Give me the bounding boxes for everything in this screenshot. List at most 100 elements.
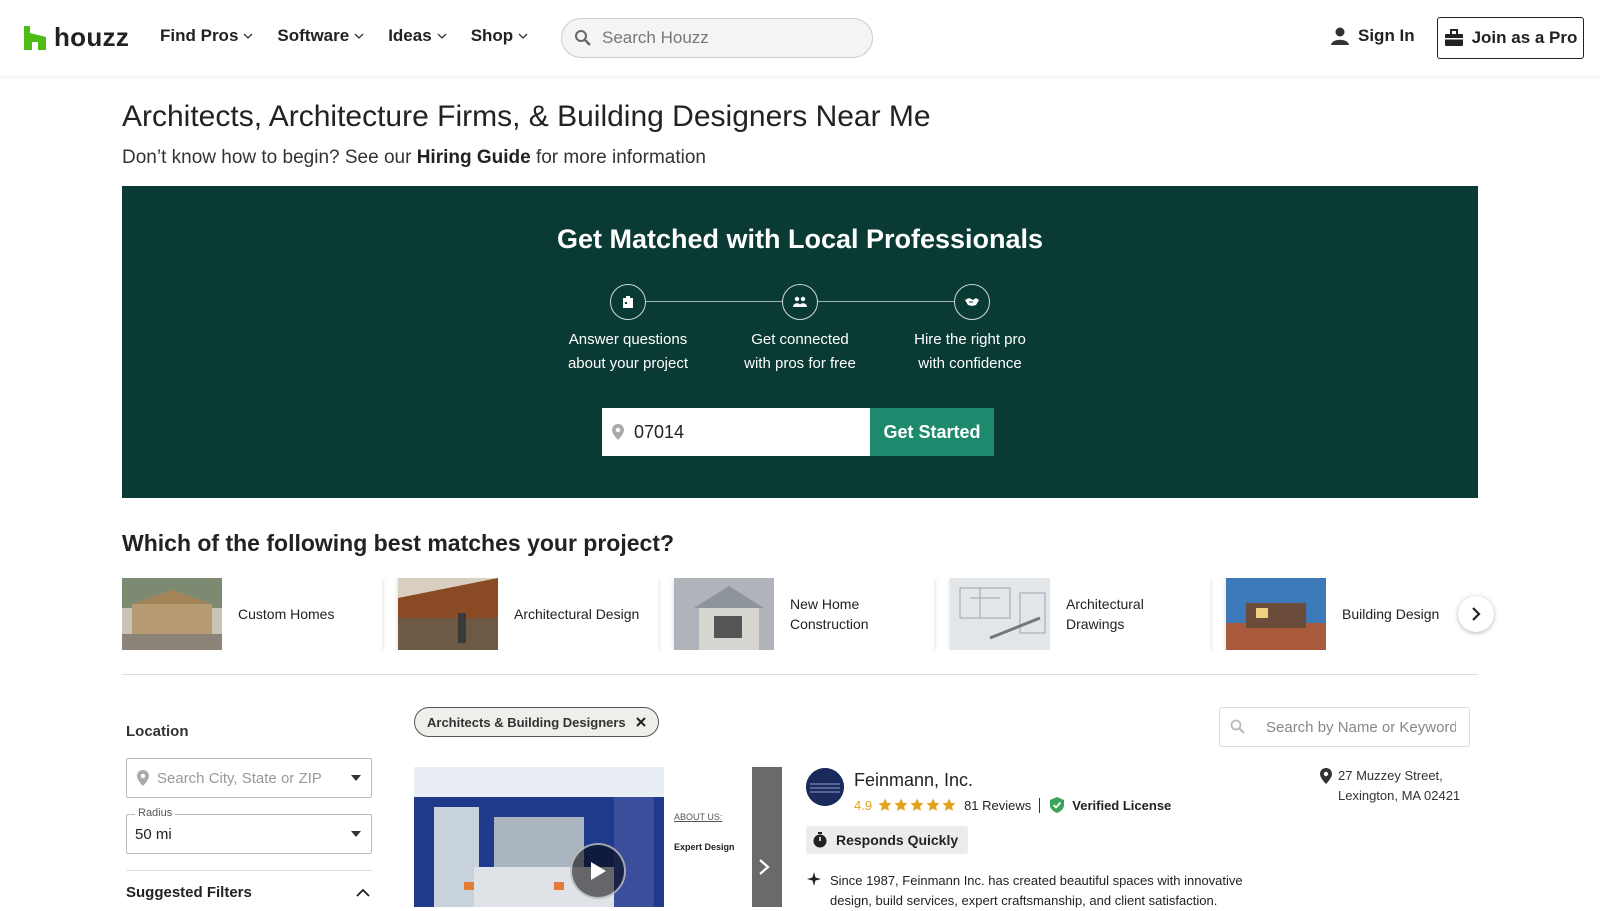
dropdown-caret-icon: [351, 831, 361, 837]
dropdown-caret-icon: [351, 775, 361, 781]
category-card-building-design[interactable]: Building Design: [1226, 578, 1478, 650]
keyword-search-input[interactable]: [1266, 718, 1456, 736]
page-title: Architects, Architecture Firms, & Buildi…: [122, 100, 931, 133]
photo-caption-2: Expert Design: [674, 842, 735, 852]
nav-label: Find Pros: [160, 26, 239, 45]
category-card-architectural-drawings[interactable]: Architectural Drawings: [950, 578, 1210, 650]
chevron-down-icon: [243, 33, 253, 39]
step-3-line1: Hire the right pro: [914, 331, 1026, 348]
logo-text: houzz: [54, 22, 130, 52]
category-label: New Home Construction: [790, 596, 869, 632]
star-icon: [878, 798, 892, 811]
hiring-guide-link[interactable]: Hiring Guide: [417, 147, 531, 168]
sign-in-link[interactable]: Sign In: [1330, 26, 1415, 46]
nav-shop[interactable]: Shop: [471, 26, 529, 46]
stopwatch-icon: [813, 832, 827, 848]
star-icon: [894, 798, 908, 811]
subtitle-text: Don’t know how to begin? See our: [122, 147, 417, 168]
location-filter-field[interactable]: [126, 758, 372, 798]
chip-label: Architects & Building Designers: [427, 714, 626, 730]
reviews-link[interactable]: 81 Reviews: [964, 797, 1041, 813]
pro-description: Since 1987, Feinmann Inc. has created be…: [806, 871, 1276, 911]
location-pin-icon: [1320, 768, 1332, 784]
star-icon: [910, 798, 924, 811]
play-icon: [591, 862, 606, 880]
search-icon: [575, 30, 591, 46]
houzz-logo[interactable]: houzz: [24, 22, 129, 53]
zip-field[interactable]: [602, 408, 870, 456]
category-card-architectural-design[interactable]: Architectural Design: [398, 578, 658, 650]
chevron-down-icon: [354, 33, 364, 39]
radius-select[interactable]: Radius 50 mi: [126, 807, 372, 854]
nav-label: Shop: [470, 26, 514, 45]
active-filter-chip[interactable]: Architects & Building Designers: [414, 707, 659, 737]
star-icon: [926, 798, 940, 811]
category-label: Architectural Design: [514, 606, 640, 622]
close-icon[interactable]: [635, 717, 646, 727]
user-icon: [1331, 27, 1349, 45]
chevron-right-icon[interactable]: [758, 858, 770, 876]
pro-rating-row: 4.9 81 Reviews Verified License: [854, 797, 1171, 813]
photo-caption: ABOUT US:: [674, 812, 723, 822]
carousel-next-button[interactable]: [1458, 596, 1494, 632]
location-filter-label: Location: [126, 723, 189, 740]
zip-input[interactable]: [634, 421, 854, 443]
page-subtitle: Don’t know how to begin? See our Hiring …: [122, 147, 706, 169]
address-text: 27 Muzzey Street, Lexington, MA 02421: [1338, 766, 1460, 806]
custom-homes-image: [122, 578, 222, 650]
category-label: Custom Homes: [238, 606, 335, 622]
nav-ideas[interactable]: Ideas: [388, 26, 447, 46]
star-icon: [942, 798, 956, 811]
keyword-search[interactable]: [1219, 707, 1470, 747]
chevron-down-icon: [437, 33, 447, 39]
category-label: Architectural Drawings: [1066, 596, 1144, 632]
shield-check-icon: [1050, 797, 1065, 813]
join-as-pro-label: Join as a Pro: [1471, 28, 1578, 47]
radius-label: Radius: [135, 807, 176, 819]
step-1-line1: Answer questions: [568, 331, 688, 348]
verified-license: Verified License: [1050, 797, 1171, 813]
top-header: houzz Find Pros Software Ideas Shop Sign…: [0, 0, 1600, 76]
building-design-image: [1226, 578, 1326, 650]
match-title: Get Matched with Local Professionals: [556, 224, 1044, 254]
get-started-button[interactable]: Get Started: [870, 408, 994, 456]
rating-value: 4.9: [854, 797, 873, 813]
suggested-filters-header[interactable]: Suggested Filters: [126, 884, 252, 901]
nav-software[interactable]: Software: [277, 26, 364, 46]
category-card-custom-homes[interactable]: Custom Homes: [122, 578, 382, 650]
location-filter-input[interactable]: [157, 769, 347, 787]
description-text: Since 1987, Feinmann Inc. has created be…: [830, 873, 1243, 908]
play-video-button[interactable]: [570, 843, 626, 899]
step-1-line2: about your project: [567, 355, 689, 372]
pro-avatar[interactable]: [806, 768, 844, 806]
chevron-right-icon: [1472, 607, 1481, 621]
step-2-line1: Get connected: [751, 331, 849, 348]
briefcase-icon: [1444, 29, 1463, 46]
pro-address: 27 Muzzey Street, Lexington, MA 02421: [1320, 766, 1460, 806]
address-line-1: 27 Muzzey Street,: [1338, 768, 1443, 783]
star-rating: [878, 798, 956, 812]
chevron-up-icon[interactable]: [356, 888, 370, 898]
step-2-text: Get connected with pros for free: [715, 328, 885, 376]
category-card-new-home-construction[interactable]: New Home Construction: [674, 578, 934, 650]
new-home-construction-image: [674, 578, 774, 650]
badge-label: Responds Quickly: [836, 832, 959, 848]
step-1-text: Answer questions about your project: [543, 328, 713, 376]
site-search[interactable]: [561, 18, 873, 58]
nav-find-pros[interactable]: Find Pros: [160, 26, 253, 46]
nav-label: Software: [277, 26, 350, 45]
subtitle-text-end: for more information: [530, 147, 706, 168]
pro-logo-image: [806, 768, 844, 806]
responds-quickly-badge: Responds Quickly: [806, 826, 969, 854]
section-divider: [122, 674, 1478, 675]
step-2-line2: with pros for free: [744, 355, 856, 372]
location-pin-icon: [612, 424, 624, 440]
architectural-design-image: [398, 578, 498, 650]
address-line-2: Lexington, MA 02421: [1338, 788, 1461, 803]
site-search-input[interactable]: [602, 28, 852, 48]
sparkle-icon: [807, 872, 821, 886]
category-heading: Which of the following best matches your…: [122, 530, 675, 556]
get-matched-panel: Get Matched with Local Professionals Ans…: [122, 186, 1478, 498]
pro-name[interactable]: Feinmann, Inc.: [854, 770, 973, 791]
join-as-pro-button[interactable]: Join as a Pro: [1437, 17, 1584, 59]
